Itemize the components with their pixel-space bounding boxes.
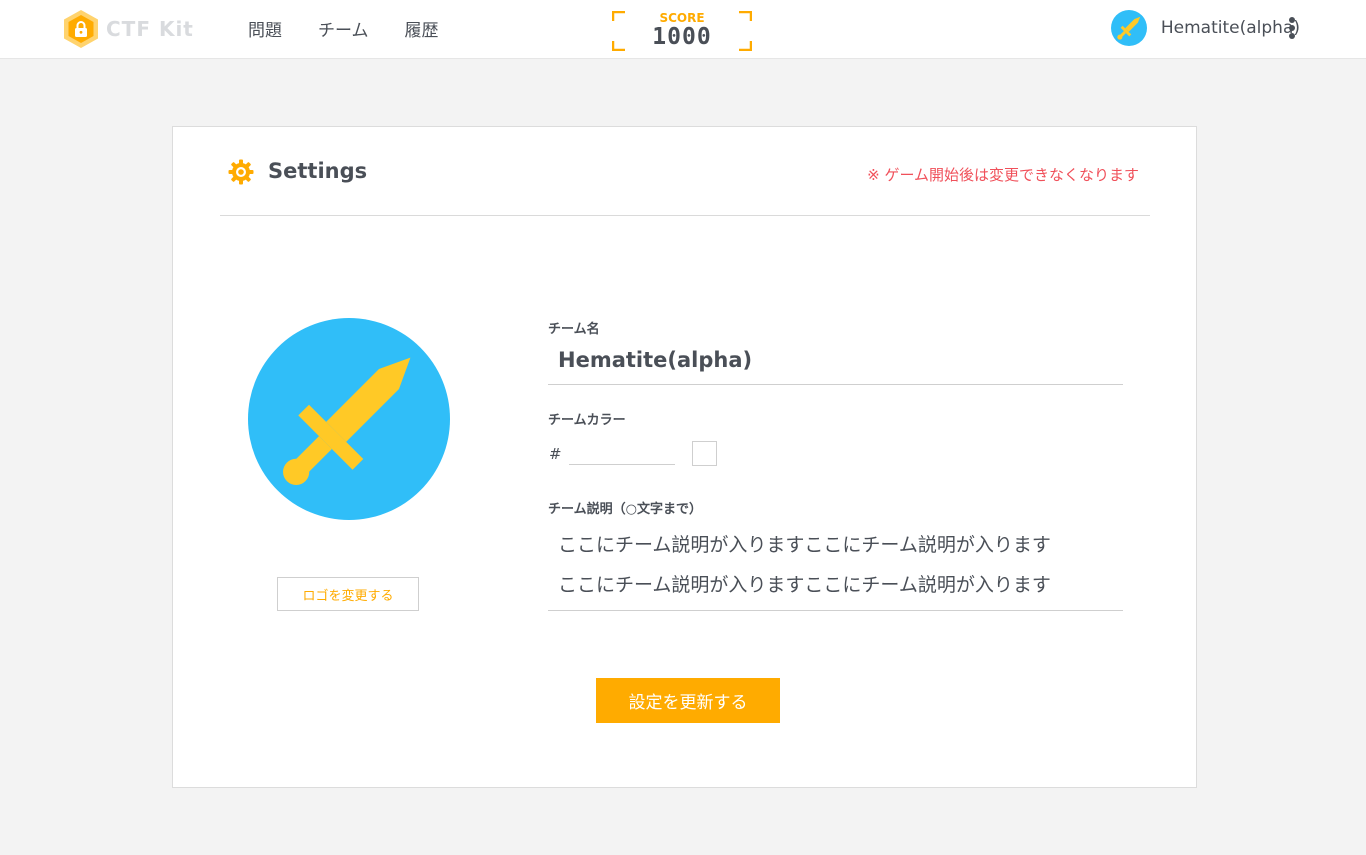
main-nav: 問題 チーム 履歴: [248, 0, 475, 56]
top-header: CTF Kit 問題 チーム 履歴 SCORE 1000 Hematite(al…: [0, 0, 1366, 59]
team-logo-sword-icon: [248, 318, 450, 520]
change-logo-button[interactable]: ロゴを変更する: [277, 577, 419, 611]
settings-card: Settings ※ ゲーム開始後は変更できなくなります ロゴを変更する チーム…: [172, 126, 1197, 788]
team-description-textarea[interactable]: ここにチーム説明が入りますここにチーム説明が入ります ここにチーム説明が入ります…: [548, 525, 1123, 611]
warning-notice: ※ ゲーム開始後は変更できなくなります: [867, 166, 1139, 184]
settings-header: Settings ※ ゲーム開始後は変更できなくなります: [220, 127, 1150, 216]
nav-item-problems[interactable]: 問題: [248, 16, 282, 41]
team-description-label: チーム説明（○文字まで）: [548, 502, 702, 517]
hexagon-lock-icon: [64, 10, 98, 48]
more-vertical-icon[interactable]: [1283, 16, 1301, 42]
team-name-input[interactable]: Hematite(alpha): [548, 345, 1123, 385]
team-name-label: チーム名: [548, 322, 600, 337]
score-display: SCORE 1000: [612, 11, 752, 51]
hash-symbol: #: [549, 445, 562, 463]
nav-item-team[interactable]: チーム: [318, 16, 369, 41]
page-title: Settings: [268, 159, 368, 183]
user-name: Hematite(alpha): [1160, 18, 1300, 38]
app-logo[interactable]: CTF Kit: [62, 9, 194, 49]
description-line: ここにチーム説明が入りますここにチーム説明が入ります: [558, 574, 1051, 596]
user-avatar-sword-icon: [1110, 10, 1147, 46]
color-swatch[interactable]: [692, 441, 717, 466]
nav-item-history[interactable]: 履歴: [405, 16, 439, 41]
description-line: ここにチーム説明が入りますここにチーム説明が入ります: [558, 534, 1051, 556]
logo-text: CTF Kit: [106, 17, 194, 41]
gear-icon: [228, 159, 254, 185]
score-label: SCORE: [659, 11, 705, 25]
user-menu[interactable]: Hematite(alpha): [1110, 10, 1300, 46]
team-color-label: チームカラー: [548, 413, 626, 428]
team-color-input[interactable]: [569, 441, 675, 465]
update-settings-button[interactable]: 設定を更新する: [596, 678, 780, 723]
score-value: 1000: [652, 24, 712, 50]
